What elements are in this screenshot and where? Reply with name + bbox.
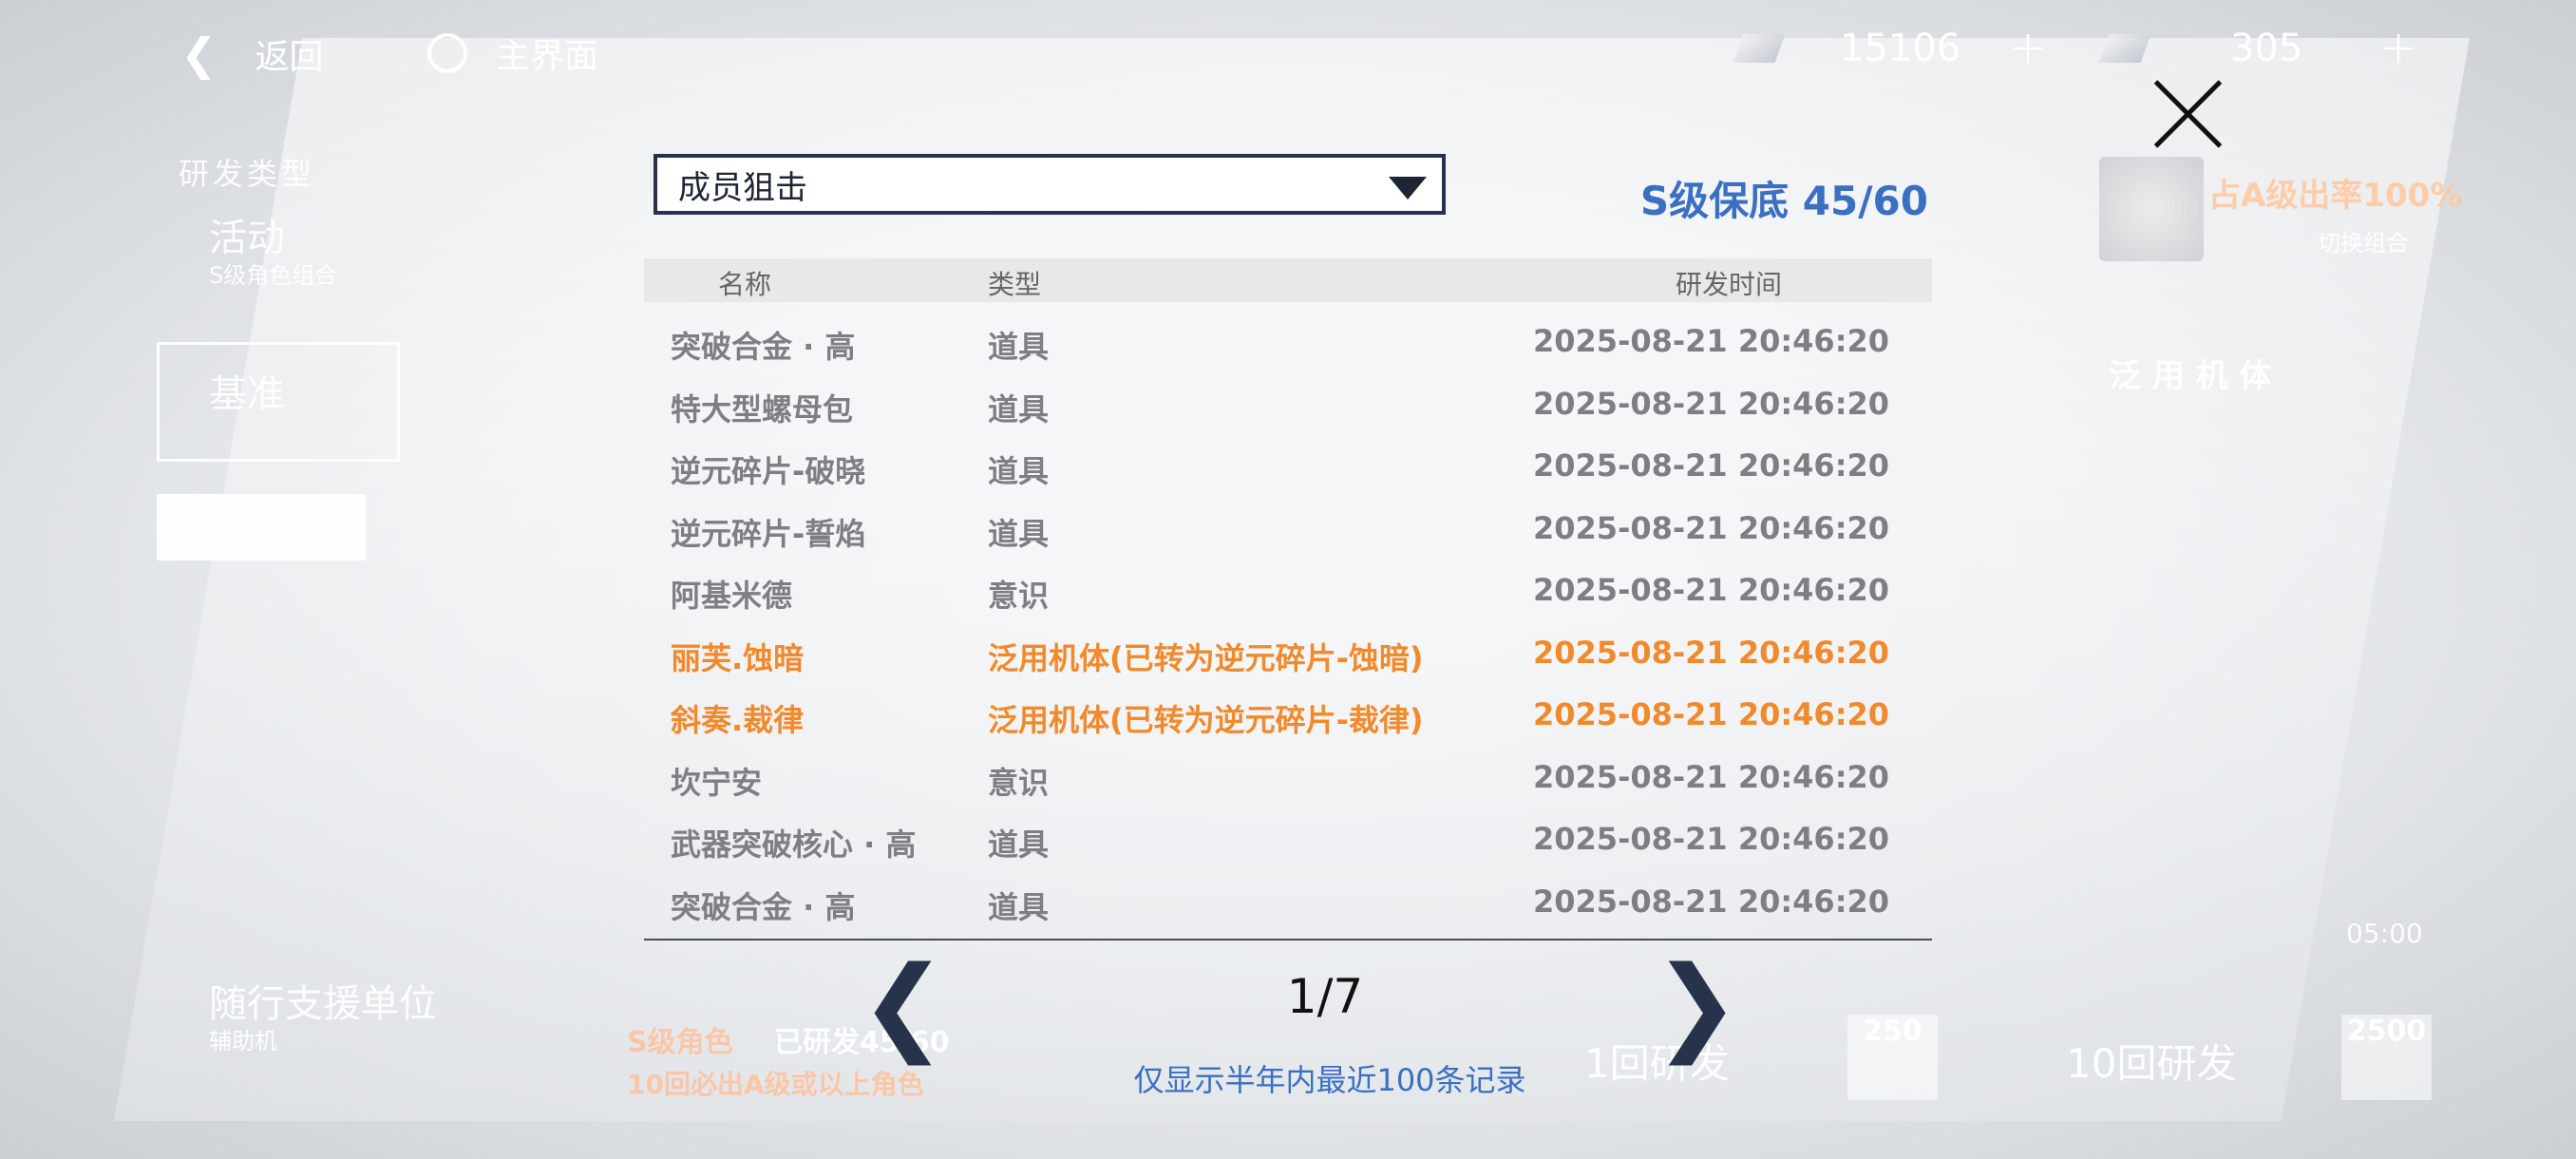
row-time: 2025-08-21 20:46:20 xyxy=(1533,821,1890,857)
resource1-icon xyxy=(1733,34,1786,63)
row-time: 2025-08-21 20:46:20 xyxy=(1533,634,1890,671)
table-row-highlight: 丽芙.蚀暗 泛用机体(已转为逆元碎片-蚀暗) 2025-08-21 20:46:… xyxy=(644,621,1932,684)
row-type: 道具 xyxy=(988,453,1050,489)
header-time: 研发时间 xyxy=(1676,269,1783,300)
row-type: 泛用机体(已转为逆元碎片-裁律) xyxy=(988,702,1424,738)
support-tab[interactable]: 随行支援单位 xyxy=(209,973,437,1028)
row-time: 2025-08-21 20:46:20 xyxy=(1533,385,1890,422)
record-note: 仅显示半年内最近100条记录 xyxy=(1133,1062,1526,1098)
close-icon[interactable] xyxy=(2151,76,2227,152)
pity-counter: S级保底 45/60 xyxy=(1639,178,1928,224)
prev-page-button[interactable]: ❮ xyxy=(860,952,947,1056)
row-type: 道具 xyxy=(988,329,1050,365)
circle-icon xyxy=(427,33,467,73)
row-name: 特大型螺母包 xyxy=(671,390,854,428)
table-row: 特大型螺母包 道具 2025-08-21 20:46:20 xyxy=(644,372,1932,435)
home-button[interactable]: 主界面 xyxy=(427,28,598,78)
table-row: 逆元碎片-誓焰 道具 2025-08-21 20:46:20 xyxy=(644,497,1932,560)
row-name: 突破合金 · 高 xyxy=(671,329,856,365)
resource2-value: 305 xyxy=(2230,27,2303,70)
activity-sub: S级角色组合 xyxy=(209,262,338,289)
table-row: 突破合金 · 高 道具 2025-08-21 20:46:20 xyxy=(644,310,1932,372)
row-type: 道具 xyxy=(988,888,1050,925)
row-name: 斜奏.裁律 xyxy=(671,702,805,738)
table-header: 名称 类型 研发时间 xyxy=(644,258,1932,302)
row-time: 2025-08-21 20:46:20 xyxy=(1533,696,1890,732)
table-row: 坎宁安 意识 2025-08-21 20:46:20 xyxy=(644,746,1932,808)
pool-select-value: 成员狙击 xyxy=(678,168,807,207)
pool-select[interactable]: 成员狙击 xyxy=(653,154,1446,215)
row-time: 2025-08-21 20:46:20 xyxy=(1533,509,1890,546)
switch-combo-button[interactable]: 切换组合 xyxy=(2318,224,2409,257)
row-type: 道具 xyxy=(988,390,1050,428)
header-type: 类型 xyxy=(988,269,1042,300)
ten-research-button[interactable]: 10回研发 xyxy=(2066,1032,2236,1090)
row-name: 武器突破核心 · 高 xyxy=(671,826,917,863)
resource2-icon xyxy=(2098,34,2151,63)
row-type: 泛用机体(已转为逆元碎片-蚀暗) xyxy=(988,639,1424,676)
row-name: 丽芙.蚀暗 xyxy=(671,639,805,676)
row-type: 意识 xyxy=(988,764,1050,801)
resource1-plus-button[interactable]: + xyxy=(2009,21,2047,74)
chevron-left-icon: ❮ xyxy=(180,28,218,80)
row-name: 坎宁安 xyxy=(671,764,763,801)
row-name: 突破合金 · 高 xyxy=(671,888,856,925)
next-page-button[interactable]: ❯ xyxy=(1653,952,1740,1056)
row-type: 道具 xyxy=(988,515,1050,552)
dropdown-triangle-icon xyxy=(1389,177,1427,200)
ten-cost: 2500 xyxy=(2341,1015,2432,1100)
row-type: 道具 xyxy=(988,826,1050,863)
row-name: 逆元碎片-破晓 xyxy=(671,453,866,489)
header-name: 名称 xyxy=(718,269,772,300)
generic-mech-label: 泛 用 机 体 xyxy=(2109,357,2272,395)
rate-text: 占A级出率100% xyxy=(2208,177,2463,215)
table-row: 武器突破核心 · 高 道具 2025-08-21 20:46:20 xyxy=(644,808,1932,870)
table-row: 突破合金 · 高 道具 2025-08-21 20:46:20 xyxy=(644,870,1932,933)
standard-label: 基准 xyxy=(209,372,285,416)
row-name: 逆元碎片-誓焰 xyxy=(671,515,866,552)
character-portrait xyxy=(2099,157,2204,261)
row-time: 2025-08-21 20:46:20 xyxy=(1533,883,1890,920)
table-row: 阿基米德 意识 2025-08-21 20:46:20 xyxy=(644,559,1932,621)
row-name: 阿基米德 xyxy=(671,578,793,614)
record-list: 突破合金 · 高 道具 2025-08-21 20:46:20 特大型螺母包 道… xyxy=(644,310,1932,932)
row-type: 意识 xyxy=(988,578,1050,614)
back-label: 返回 xyxy=(255,38,324,77)
research-type-label: 研发类型 xyxy=(179,156,316,192)
resource1-value: 15106 xyxy=(1840,27,1961,70)
support-sub: 辅助机 xyxy=(209,1028,277,1054)
back-button[interactable]: ❮ 返回 xyxy=(180,28,324,80)
table-bottom-divider xyxy=(644,939,1932,940)
table-row: 逆元碎片-破晓 道具 2025-08-21 20:46:20 xyxy=(644,434,1932,497)
row-time: 2025-08-21 20:46:20 xyxy=(1533,447,1890,484)
row-time: 2025-08-21 20:46:20 xyxy=(1533,323,1890,359)
page-indicator: 1/7 xyxy=(1286,969,1364,1024)
tab-highlight xyxy=(157,494,366,560)
activity-tab[interactable]: 活动 xyxy=(209,207,285,262)
row-time: 2025-08-21 20:46:20 xyxy=(1533,572,1890,608)
table-row-highlight: 斜奏.裁律 泛用机体(已转为逆元碎片-裁律) 2025-08-21 20:46:… xyxy=(644,683,1932,746)
research-record-dialog: 成员狙击 S级保底 45/60 名称 类型 研发时间 突破合金 · 高 道具 2… xyxy=(627,133,1957,1140)
resource2-plus-button[interactable]: + xyxy=(2379,21,2417,74)
timer-text: 05:00 xyxy=(2346,918,2423,949)
row-time: 2025-08-21 20:46:20 xyxy=(1533,758,1890,795)
home-label: 主界面 xyxy=(496,37,599,76)
